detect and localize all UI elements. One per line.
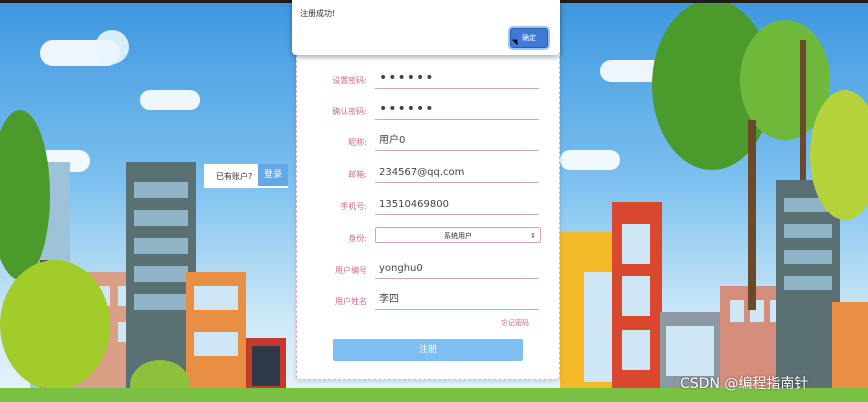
confirm-password-input[interactable]: •••••• <box>375 100 539 120</box>
user-id-input[interactable]: yonghu0 <box>375 259 539 279</box>
form-row-email: 邮箱: 234567@qq.com <box>297 163 559 185</box>
user-id-label: 用户编号 <box>335 266 367 275</box>
cloud <box>560 150 620 170</box>
form-row-password: 设置密码: •••••• <box>297 69 559 91</box>
tree-trunk <box>748 120 756 310</box>
success-dialog: 注册成功! 确定 <box>292 0 560 55</box>
login-prompt-text: 已有账户? <box>216 172 253 181</box>
select-arrows-icon: ⇕ <box>530 232 536 240</box>
cloud <box>140 90 200 110</box>
phone-input[interactable]: 13510469800 <box>375 195 539 215</box>
nickname-label: 昵称: <box>348 138 367 147</box>
form-row-user-id: 用户编号 yonghu0 <box>297 259 559 281</box>
login-button[interactable]: 登录 <box>258 164 288 186</box>
email-label: 邮箱: <box>348 170 367 179</box>
role-select[interactable]: 系统用户 ⇕ <box>375 227 541 243</box>
password-label: 设置密码: <box>332 76 367 85</box>
form-row-phone: 手机号: 13510469800 <box>297 195 559 217</box>
login-prompt: 已有账户? 登录 <box>204 164 288 188</box>
building <box>186 272 246 402</box>
building <box>832 302 868 402</box>
tree-foliage <box>0 260 110 390</box>
tree-trunk <box>800 40 806 180</box>
watermark: CSDN @编程指南针 <box>680 376 809 392</box>
user-name-label: 用户姓名 <box>335 297 367 306</box>
nickname-input[interactable]: 用户0 <box>375 131 539 151</box>
password-input[interactable]: •••••• <box>375 69 539 89</box>
form-row-confirm-password: 确认密码: •••••• <box>297 100 559 122</box>
email-input[interactable]: 234567@qq.com <box>375 163 539 183</box>
form-row-nickname: 昵称: 用户0 <box>297 131 559 153</box>
building <box>612 202 662 402</box>
registration-form: 设置密码: •••••• 确认密码: •••••• 昵称: 用户0 邮箱: 23… <box>296 4 560 380</box>
register-button[interactable]: 注册 <box>333 339 523 361</box>
role-label: 身份: <box>348 234 367 243</box>
building <box>560 232 620 402</box>
role-select-value: 系统用户 <box>444 232 472 240</box>
form-row-user-name: 用户姓名 李四 <box>297 290 559 312</box>
user-name-input[interactable]: 李四 <box>375 290 539 310</box>
confirm-password-label: 确认密码: <box>332 107 367 116</box>
form-row-role: 身份: 系统用户 ⇕ <box>297 227 559 249</box>
forgot-password-link[interactable]: 忘记密码 <box>501 318 529 328</box>
phone-label: 手机号: <box>340 202 367 211</box>
dialog-message: 注册成功! <box>300 9 336 18</box>
sun <box>95 30 129 64</box>
